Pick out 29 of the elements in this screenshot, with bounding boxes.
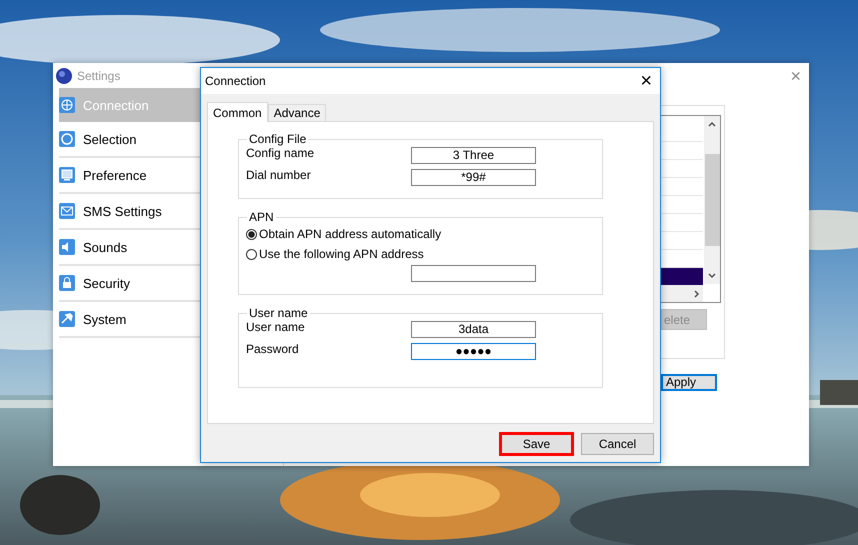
logo-icon (56, 68, 72, 84)
vertical-scrollbar[interactable] (704, 116, 720, 284)
input-field[interactable]: 3 Three (411, 147, 536, 164)
dialog-title: Connection (205, 74, 266, 88)
radio-button[interactable] (246, 228, 257, 240)
wrench-icon (59, 311, 75, 327)
group-label: APN (248, 210, 275, 224)
window-title: Settings (77, 68, 120, 82)
close-button[interactable]: × (790, 66, 801, 84)
input-field[interactable] (411, 265, 536, 282)
monitor-icon (59, 167, 75, 183)
input-field[interactable]: 3data (411, 321, 536, 338)
speaker-icon (59, 239, 75, 255)
tab[interactable]: Common (207, 102, 268, 122)
apply-button[interactable]: Apply (661, 374, 717, 391)
list-row[interactable] (660, 267, 703, 285)
close-button[interactable]: × (640, 71, 652, 91)
lock-icon (59, 275, 75, 291)
save-button[interactable]: Save (500, 433, 573, 455)
password-field[interactable]: ●●●●● (411, 343, 536, 360)
envelope-icon (59, 203, 75, 219)
field-label: Password (246, 342, 299, 356)
horizontal-scrollbar[interactable] (660, 285, 703, 302)
circle-icon (59, 131, 75, 147)
cancel-button[interactable]: Cancel (581, 433, 654, 455)
input-field[interactable]: *99# (411, 169, 536, 186)
globe-icon (59, 97, 75, 113)
radio-button[interactable] (246, 248, 257, 260)
tab[interactable]: Advance (268, 104, 326, 121)
